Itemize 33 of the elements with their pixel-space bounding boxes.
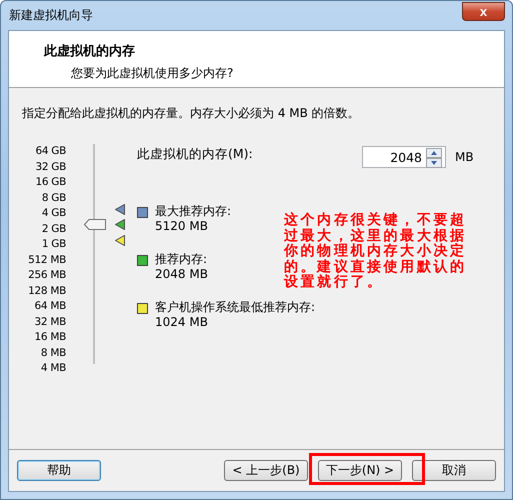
scale-label: 2 GB [42,222,66,236]
close-button[interactable]: x [462,2,505,20]
legend-value: 5120 MB [155,219,209,234]
scale-label: 1 GB [42,237,66,252]
help-button[interactable]: 帮助 [17,460,101,481]
unit-label: MB [455,150,474,164]
scale-label: 64 MB [34,299,66,314]
scale-label: 256 MB [28,268,66,283]
scale-label: 8 MB [40,346,66,360]
memory-label: 此虚拟机的内存(M): [137,146,254,162]
legend-value: 2048 MB [155,267,208,282]
scale-label: 32 MB [34,314,66,330]
legend-label: 客户机操作系统最低推荐内存: [155,300,316,315]
page-subtitle: 您要为此虚拟机使用多少内存? [71,65,234,82]
scale-label: 32 GB [35,160,66,174]
legend-value: 1024 MB [155,315,209,330]
wizard-button[interactable]: 下一步(N) > [318,460,402,481]
wizard-button[interactable]: < 上一步(B) [224,460,308,481]
scale-label: 16 MB [34,330,66,345]
page-title: 此虚拟机的内存 [44,42,136,60]
scale-label: 4 MB [40,361,66,376]
window-title: 新建虚拟机向导 [8,7,93,24]
annotation-text: 这个内存很关键，不要超过最大，这里的最大根据你的物理机内存大小决定的。建议直接使用默认的设置就行了。 [284,213,468,290]
scale-label: 16 GB [35,175,66,190]
scale-label: 64 GB [35,144,66,159]
wizard-button[interactable]: 取消 [412,460,496,481]
scale-label: 512 MB [28,252,66,268]
scale-label: 8 GB [42,190,66,206]
scale-label: 128 MB [28,284,66,298]
scale-label: 4 GB [42,206,66,221]
legend-label: 最大推荐内存: [155,204,232,219]
legend-label: 推荐内存: [155,252,208,267]
instruction-text: 指定分配给此虚拟机的内存量。内存大小必须为 4 MB 的倍数。 [22,105,361,122]
